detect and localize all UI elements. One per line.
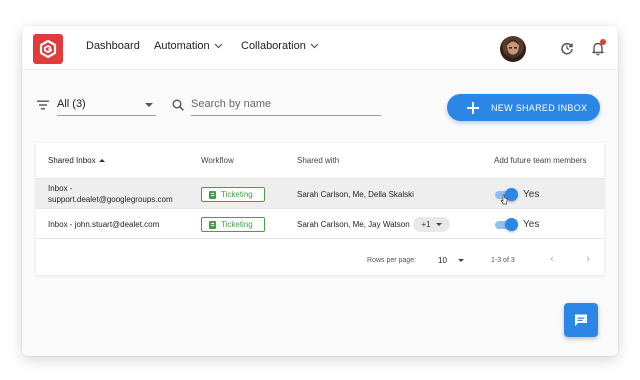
rows-per-page-value: 10	[438, 256, 447, 265]
toggle-knob	[505, 218, 518, 231]
workflow-chip-label: Ticketing	[221, 190, 253, 199]
app-logo[interactable]	[33, 34, 63, 64]
caret-down-icon	[458, 259, 464, 262]
notification-badge	[600, 39, 606, 45]
filter-select-value: All (3)	[57, 98, 86, 110]
toggle-label: Yes	[523, 219, 540, 230]
chevron-down-icon	[310, 43, 319, 49]
chat-icon	[575, 314, 587, 326]
column-header-workflow: Workflow	[201, 156, 234, 165]
nav-automation[interactable]: Automation	[154, 40, 223, 52]
inbox-name-cell: Inbox - support.dealet@googlegroups.com	[48, 183, 173, 205]
plus-icon	[467, 101, 479, 114]
nav-collaboration[interactable]: Collaboration	[241, 40, 319, 52]
avatar-image	[507, 39, 519, 58]
clipboard-icon	[209, 220, 216, 229]
logo-icon	[39, 39, 57, 59]
table-row[interactable]: Inbox - john.stuart@dealet.com Ticketing…	[36, 209, 604, 239]
inbox-name-line: Inbox - john.stuart@dealet.com	[48, 220, 160, 229]
app-window: Dashboard Automation Collaboration All (…	[22, 26, 618, 356]
filter-icon	[37, 100, 49, 110]
inbox-name-line: support.dealet@googlegroups.com	[48, 195, 173, 204]
new-shared-inbox-button[interactable]: NEW SHARED INBOX	[447, 94, 600, 121]
next-page-button[interactable]: ›	[582, 253, 594, 265]
chevron-down-icon	[214, 43, 223, 49]
more-members-chip[interactable]: +1	[413, 217, 450, 232]
nav-dashboard[interactable]: Dashboard	[86, 40, 140, 52]
shared-with-cell: Sarah Carlson, Me, Della Skalski	[297, 190, 414, 199]
shared-inbox-table: Shared Inbox Workflow Shared with Add fu…	[36, 143, 604, 275]
caret-down-icon	[145, 103, 153, 107]
workflow-chip[interactable]: Ticketing	[201, 187, 265, 202]
search-input[interactable]	[191, 94, 381, 116]
more-members-count: +1	[421, 220, 431, 229]
workflow-chip-label: Ticketing	[221, 220, 253, 229]
shared-with-cell: Sarah Carlson, Me, Jay Watson	[297, 220, 410, 229]
column-header-add-future-members: Add future team members	[494, 156, 587, 165]
inbox-filter-select[interactable]: All (3)	[57, 94, 156, 116]
caret-down-icon	[435, 223, 442, 226]
sort-ascending-icon	[98, 159, 105, 162]
nav-automation-label: Automation	[154, 40, 210, 52]
nav-dashboard-label: Dashboard	[86, 40, 140, 52]
top-navigation-bar: Dashboard Automation Collaboration	[22, 26, 618, 70]
mouse-pointer-icon	[500, 194, 508, 205]
column-header-shared-with: Shared with	[297, 156, 340, 165]
inbox-name-cell: Inbox - john.stuart@dealet.com	[48, 219, 159, 230]
add-future-members-toggle[interactable]	[495, 218, 518, 231]
inbox-name-line: Inbox -	[48, 184, 73, 193]
nav-collaboration-label: Collaboration	[241, 40, 306, 52]
new-shared-inbox-label: NEW SHARED INBOX	[491, 102, 588, 113]
pagination-range: 1-3 of 3	[491, 257, 515, 264]
rows-per-page-select[interactable]: 10	[438, 252, 466, 266]
table-row[interactable]: Inbox - support.dealet@googlegroups.com …	[36, 179, 604, 209]
refresh-icon[interactable]	[559, 40, 575, 56]
clipboard-icon	[209, 190, 216, 199]
chat-button[interactable]	[564, 303, 598, 337]
user-avatar[interactable]	[500, 36, 526, 62]
workflow-chip[interactable]: Ticketing	[201, 217, 265, 232]
toggle-label: Yes	[523, 189, 540, 200]
rows-per-page-label: Rows per page:	[367, 257, 417, 264]
column-header-shared-inbox[interactable]: Shared Inbox	[48, 156, 105, 165]
search-icon	[172, 99, 184, 111]
previous-page-button[interactable]: ‹	[546, 253, 558, 265]
column-header-label: Shared Inbox	[48, 156, 96, 165]
